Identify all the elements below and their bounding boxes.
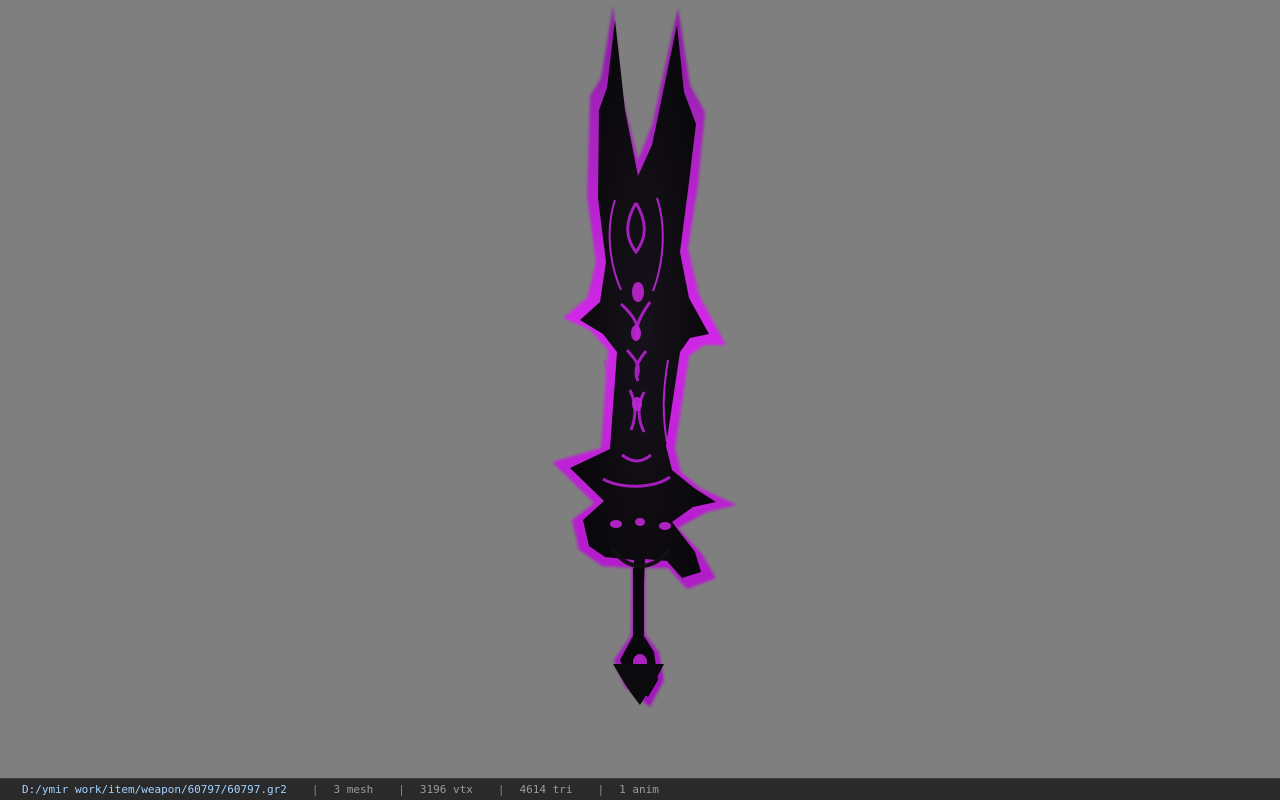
weapon-model-render xyxy=(552,6,737,707)
separator: | xyxy=(398,783,405,796)
animation-count-text: 1 anim xyxy=(619,783,659,796)
status-bar: D:/ymir work/item/weapon/60797/60797.gr2… xyxy=(0,778,1280,800)
separator: | xyxy=(597,783,605,796)
triangle-count-text: 4614 tri xyxy=(519,783,573,796)
vertex-count-text: 3196 vtx xyxy=(419,783,473,796)
sword-model-icon xyxy=(552,6,737,707)
separator: | xyxy=(497,783,505,796)
model-viewport[interactable] xyxy=(0,0,1280,778)
file-path-text: D:/ymir work/item/weapon/60797/60797.gr2 xyxy=(22,783,287,796)
separator: | xyxy=(311,783,319,796)
mesh-count-text: 3 mesh xyxy=(333,783,374,796)
